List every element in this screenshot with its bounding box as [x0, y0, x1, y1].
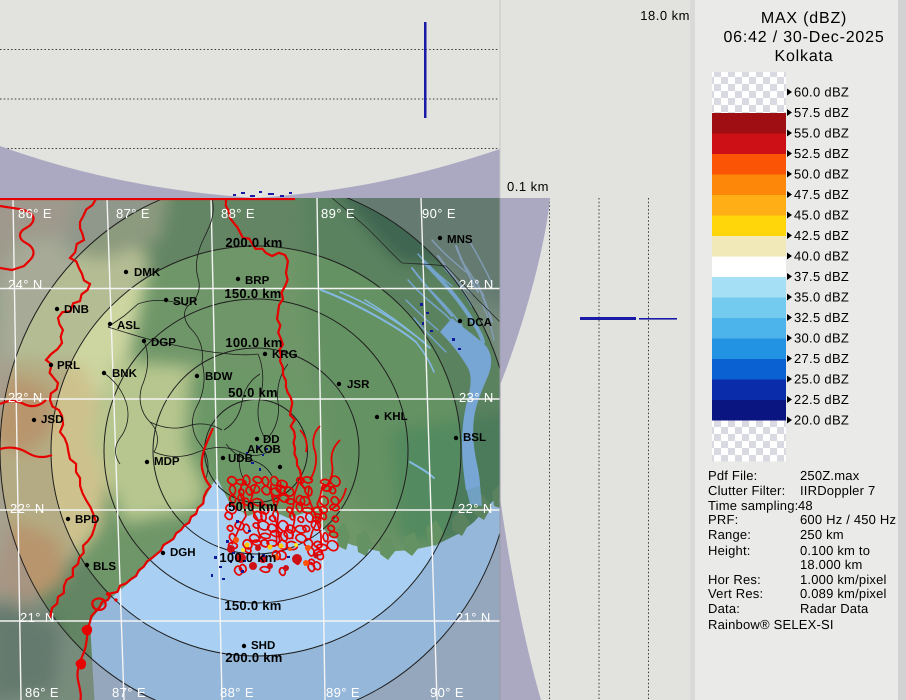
svg-text:1.000 km/pixel: 1.000 km/pixel	[800, 572, 887, 587]
svg-text:35.0 dBZ: 35.0 dBZ	[794, 290, 849, 305]
svg-text:JSD: JSD	[41, 414, 63, 426]
svg-text:50.0 km: 50.0 km	[228, 385, 278, 400]
svg-text:MDP: MDP	[154, 456, 180, 468]
svg-text:JSR: JSR	[347, 379, 370, 391]
svg-text:DNB: DNB	[64, 304, 89, 316]
svg-text:100.0 km: 100.0 km	[225, 335, 282, 350]
svg-text:Vert Res:: Vert Res:	[708, 586, 763, 601]
svg-text:57.5 dBZ: 57.5 dBZ	[794, 105, 849, 120]
svg-text:22.5 dBZ: 22.5 dBZ	[794, 392, 849, 407]
svg-text:52.5 dBZ: 52.5 dBZ	[794, 146, 849, 161]
svg-text:UDB: UDB	[228, 453, 253, 465]
svg-text:600 Hz / 450 Hz: 600 Hz / 450 Hz	[800, 512, 896, 527]
svg-text:23° N: 23° N	[8, 390, 43, 405]
svg-text:60.0 dBZ: 60.0 dBZ	[794, 85, 849, 100]
svg-text:Rainbow® SELEX-SI: Rainbow® SELEX-SI	[708, 617, 834, 632]
svg-text:200.0 km: 200.0 km	[225, 235, 282, 250]
svg-text:45.0 dBZ: 45.0 dBZ	[794, 208, 849, 223]
svg-text:IIRDoppler 7: IIRDoppler 7	[800, 483, 875, 498]
svg-text:55.0 dBZ: 55.0 dBZ	[794, 126, 849, 141]
svg-text:06:42 / 30-Dec-2025: 06:42 / 30-Dec-2025	[723, 29, 884, 46]
svg-text:DCA: DCA	[467, 317, 492, 329]
svg-text:Kolkata: Kolkata	[775, 48, 834, 65]
svg-text:250 km: 250 km	[800, 527, 844, 542]
svg-text:BDW: BDW	[205, 371, 233, 383]
svg-text:KRG: KRG	[272, 349, 298, 361]
svg-text:PRF:: PRF:	[708, 512, 738, 527]
svg-text:BSL: BSL	[463, 432, 486, 444]
svg-text:23° N: 23° N	[459, 390, 494, 405]
svg-text:27.5 dBZ: 27.5 dBZ	[794, 351, 849, 366]
svg-text:88° E: 88° E	[220, 685, 254, 700]
svg-text:89° E: 89° E	[326, 685, 360, 700]
svg-text:21° N: 21° N	[456, 610, 491, 625]
svg-text:24° N: 24° N	[8, 277, 43, 292]
svg-text:18.0 km: 18.0 km	[640, 8, 690, 23]
svg-text:100.0 km: 100.0 km	[219, 550, 276, 565]
svg-text:0.1 km: 0.1 km	[507, 179, 549, 194]
svg-text:BRP: BRP	[245, 275, 270, 287]
svg-text:42.5 dBZ: 42.5 dBZ	[794, 228, 849, 243]
svg-text:25.0 dBZ: 25.0 dBZ	[794, 372, 849, 387]
svg-text:ASL: ASL	[117, 320, 140, 332]
svg-text:Time sampling:: Time sampling:	[708, 498, 798, 513]
svg-text:Range:: Range:	[708, 527, 751, 542]
svg-text:30.0 dBZ: 30.0 dBZ	[794, 331, 849, 346]
svg-text:DGP: DGP	[151, 337, 176, 349]
svg-text:150.0 km: 150.0 km	[224, 598, 281, 613]
svg-text:SUR: SUR	[173, 296, 198, 308]
svg-text:20.0 dBZ: 20.0 dBZ	[794, 413, 849, 428]
svg-text:50.0 dBZ: 50.0 dBZ	[794, 167, 849, 182]
svg-text:BNK: BNK	[112, 368, 138, 380]
svg-text:48: 48	[798, 498, 813, 513]
svg-text:0.089 km/pixel: 0.089 km/pixel	[800, 586, 887, 601]
svg-text:87° E: 87° E	[116, 206, 150, 221]
svg-text:47.5 dBZ: 47.5 dBZ	[794, 187, 849, 202]
svg-text:87° E: 87° E	[112, 685, 146, 700]
svg-text:Pdf File:: Pdf File:	[708, 468, 757, 483]
svg-text:90° E: 90° E	[422, 206, 456, 221]
svg-text:150.0 km: 150.0 km	[224, 286, 281, 301]
svg-text:PRL: PRL	[57, 360, 80, 372]
svg-text:Clutter Filter:: Clutter Filter:	[708, 483, 785, 498]
svg-text:Radar Data: Radar Data	[800, 601, 869, 616]
svg-text:88° E: 88° E	[221, 206, 255, 221]
svg-text:18.000 km: 18.000 km	[800, 557, 863, 572]
svg-text:21° N: 21° N	[20, 610, 55, 625]
svg-text:90° E: 90° E	[430, 685, 464, 700]
svg-text:37.5 dBZ: 37.5 dBZ	[794, 269, 849, 284]
svg-text:MNS: MNS	[447, 234, 473, 246]
svg-text:24° N: 24° N	[459, 277, 494, 292]
svg-text:BPD: BPD	[75, 514, 99, 526]
svg-text:BLS: BLS	[93, 561, 116, 573]
svg-text:89° E: 89° E	[321, 206, 355, 221]
svg-text:SHD: SHD	[251, 640, 275, 652]
svg-text:0.100 km to: 0.100 km to	[800, 543, 870, 558]
svg-text:Hor Res:: Hor Res:	[708, 572, 761, 587]
svg-text:22° N: 22° N	[458, 501, 493, 516]
svg-text:86° E: 86° E	[25, 685, 59, 700]
svg-text:250Z.max: 250Z.max	[800, 468, 860, 483]
svg-text:MAX (dBZ): MAX (dBZ)	[761, 10, 847, 27]
svg-text:50.0 km: 50.0 km	[228, 499, 278, 514]
svg-text:KHL: KHL	[384, 411, 408, 423]
svg-text:22° N: 22° N	[10, 501, 45, 516]
svg-text:40.0 dBZ: 40.0 dBZ	[794, 249, 849, 264]
svg-text:200.0 km: 200.0 km	[225, 650, 282, 665]
svg-text:DGH: DGH	[170, 547, 196, 559]
svg-text:86° E: 86° E	[18, 206, 52, 221]
svg-text:DMK: DMK	[134, 267, 161, 279]
svg-text:32.5 dBZ: 32.5 dBZ	[794, 310, 849, 325]
svg-text:Height:: Height:	[708, 543, 751, 558]
svg-text:Data:: Data:	[708, 601, 740, 616]
